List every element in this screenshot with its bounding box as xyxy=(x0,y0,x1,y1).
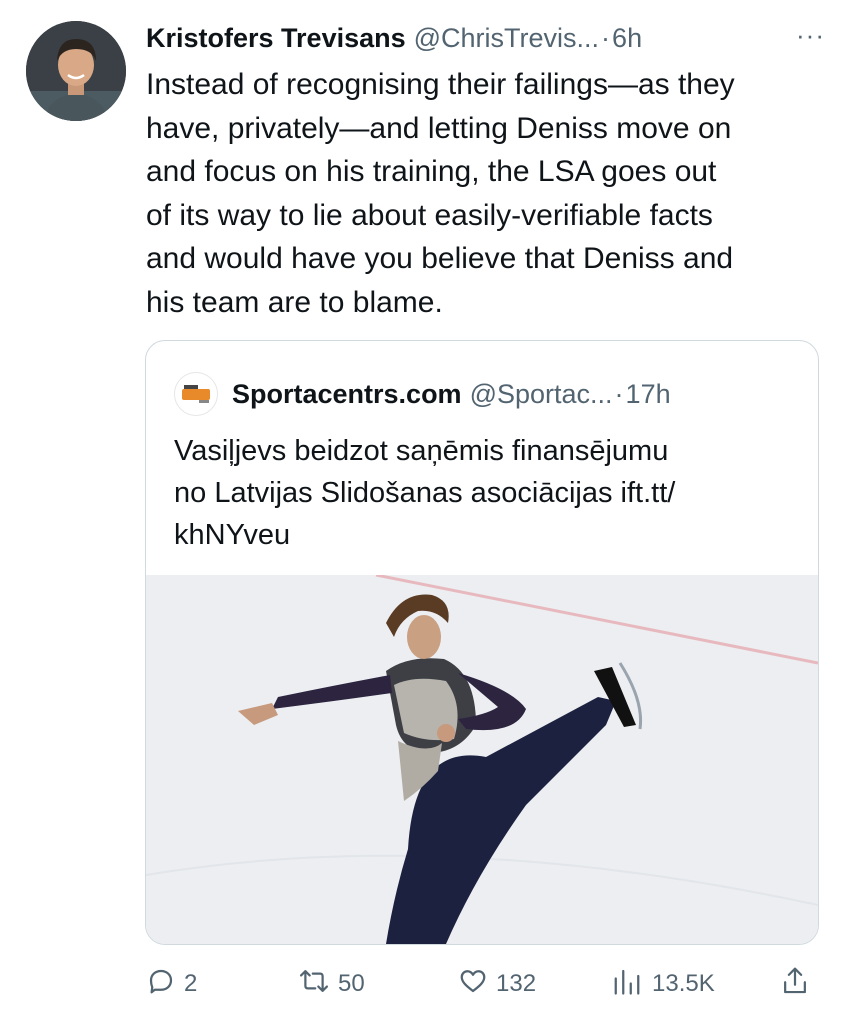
like-button[interactable]: 132 xyxy=(458,962,536,1006)
views-button[interactable]: 13.5K xyxy=(610,962,715,1006)
quoted-author-handle[interactable]: @Sportac... xyxy=(470,379,613,410)
heart-icon xyxy=(458,966,496,1003)
share-icon xyxy=(780,965,818,1004)
quoted-tweet-text: Vasiļjevs beidzot saņēmis finansējumu no… xyxy=(174,435,676,551)
reply-icon xyxy=(146,966,184,1003)
repost-button[interactable]: 50 xyxy=(298,962,365,1006)
tweet-header: Kristofers Trevisans @ChrisTrevis... · 6… xyxy=(146,20,825,56)
tweet-action-bar: 2 50 132 13.5K xyxy=(146,962,816,1006)
separator-dot: · xyxy=(601,22,611,53)
quoted-author-name[interactable]: Sportacentrs.com xyxy=(232,379,462,410)
share-button[interactable] xyxy=(780,962,818,1006)
reply-button[interactable]: 2 xyxy=(146,962,197,1006)
quoted-time[interactable]: 17h xyxy=(626,379,671,410)
figure-skater-photo[interactable] xyxy=(146,573,818,944)
author-handle[interactable]: @ChrisTrevis... xyxy=(414,23,599,54)
views-chart-icon xyxy=(610,966,652,1003)
repost-icon xyxy=(298,966,338,1003)
quoted-tweet-header: Sportacentrs.com @Sportac... · 17h xyxy=(174,372,671,416)
tweet-text: Instead of recognising their failings—as… xyxy=(146,68,735,319)
author-avatar[interactable] xyxy=(26,21,126,121)
sportacentrs-logo-icon xyxy=(174,372,218,416)
like-count: 132 xyxy=(496,970,537,997)
tweet-time[interactable]: 6h xyxy=(612,23,642,54)
more-options-icon[interactable]: ··· xyxy=(796,20,825,51)
quoted-separator-dot: · xyxy=(614,378,624,409)
author-name[interactable]: Kristofers Trevisans xyxy=(146,23,406,54)
repost-count: 50 xyxy=(338,970,365,997)
views-count: 13.5K xyxy=(652,970,715,997)
reply-count: 2 xyxy=(184,970,198,997)
quoted-tweet[interactable]: Sportacentrs.com @Sportac... · 17h Vasiļ… xyxy=(145,340,819,945)
